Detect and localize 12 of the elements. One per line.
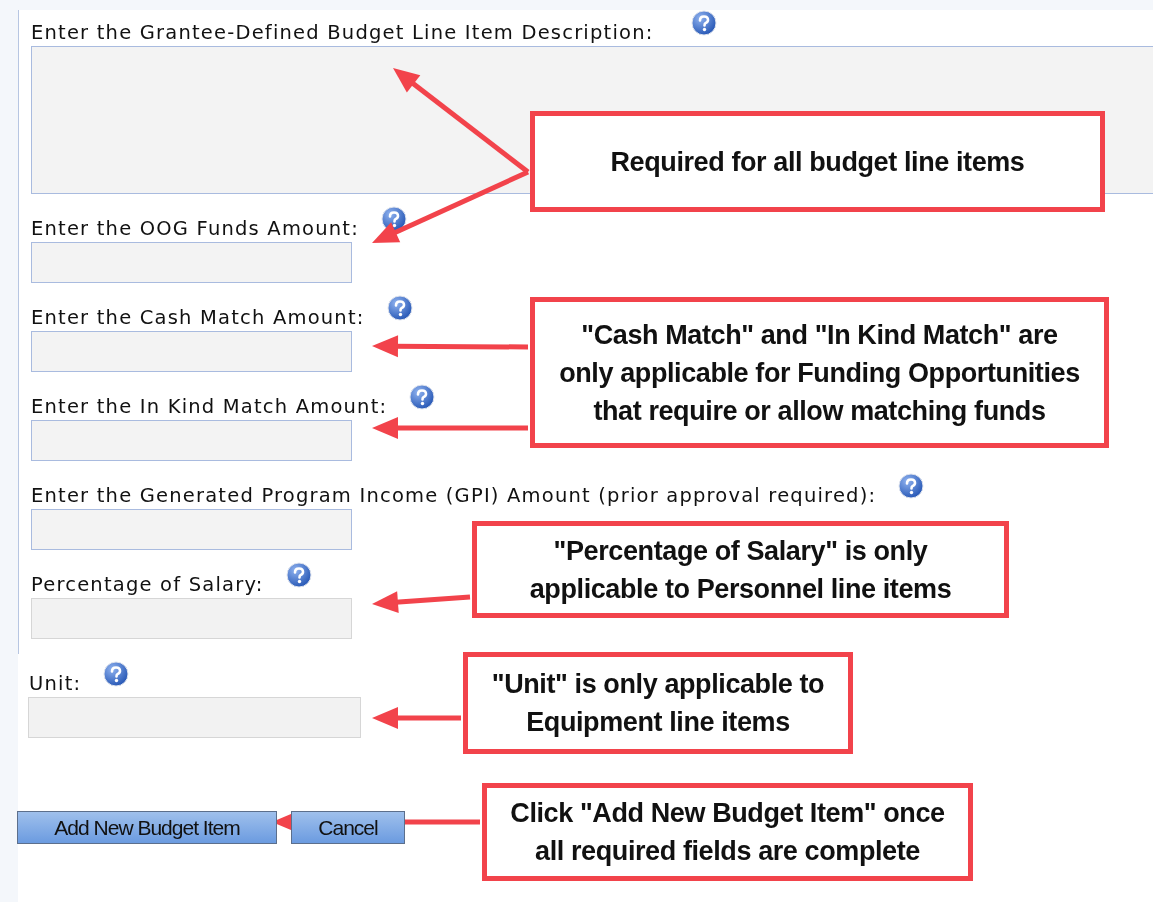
callout-text: "Unit" is only applicable to Equipment line items xyxy=(491,668,825,739)
field-label: Enter the Cash Match Amount: xyxy=(31,307,365,329)
field-label: Enter the Generated Program Income (GPI) Amount (prior approval required): xyxy=(31,485,877,507)
callout-text: Click "Add New Budget Item" once all required fields are complete xyxy=(510,797,945,868)
field-label: Percentage of Salary: xyxy=(31,574,264,596)
callout-text: "Percentage of Salary" is only applicable to Personnel line items xyxy=(529,534,952,606)
field-label: Unit: xyxy=(29,673,82,695)
callout-text: Required for all budget line items xyxy=(610,145,1025,179)
field-label: Enter the OOG Funds Amount: xyxy=(31,218,359,240)
field-label: Enter the Grantee-Defined Budget Line Item Description: xyxy=(31,22,654,44)
field-label: Enter the In Kind Match Amount: xyxy=(31,396,388,418)
callout-text: "Cash Match" and "In Kind Match" are only applicable for Funding Opportunities that require or allow matching funds xyxy=(559,318,1080,428)
